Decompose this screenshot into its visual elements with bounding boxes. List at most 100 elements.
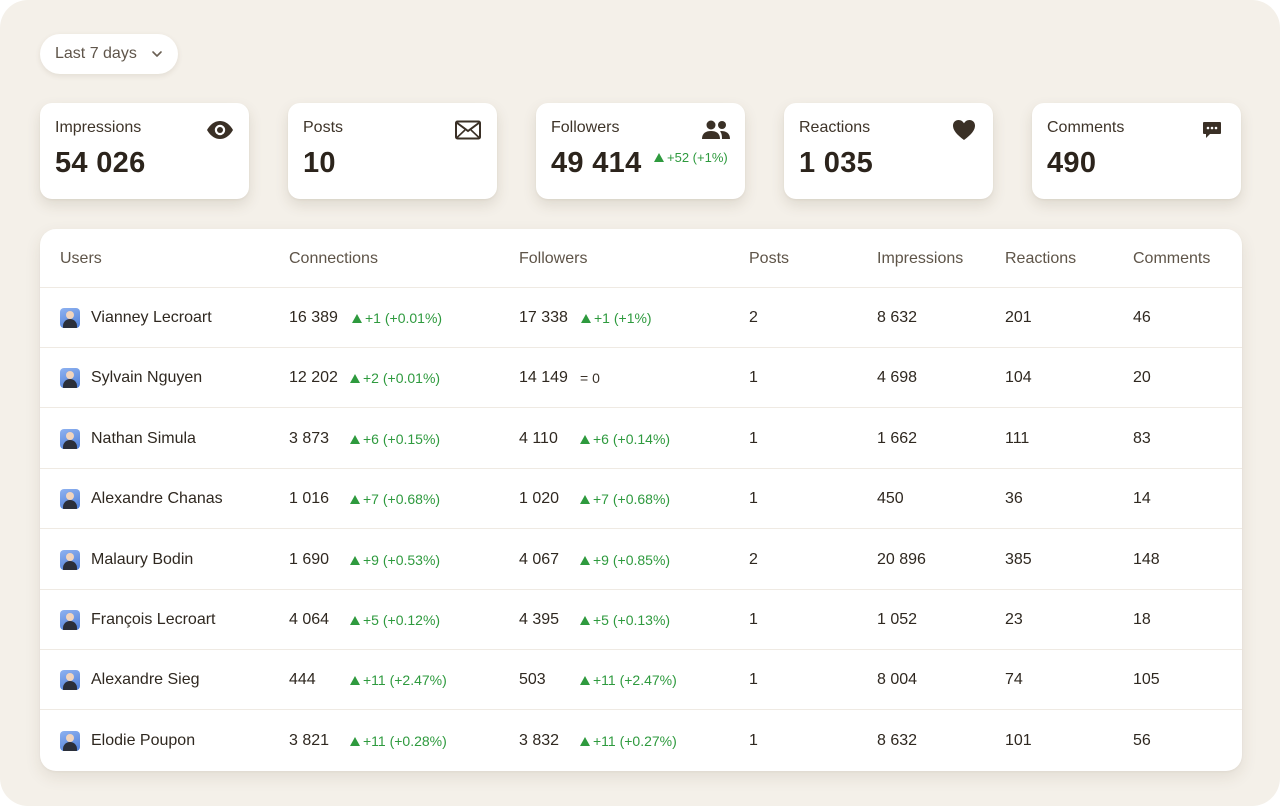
user-cell[interactable]: Nathan Simula	[60, 428, 196, 449]
avatar	[60, 428, 80, 449]
comments-value: 56	[1133, 731, 1151, 749]
header-users[interactable]: Users	[60, 250, 102, 268]
header-followers[interactable]: Followers	[519, 250, 587, 268]
reactions-value: 36	[1005, 490, 1023, 508]
table-row[interactable]: Malaury Bodin 1 690 +9 (+0.53%) 4 067 +9…	[40, 530, 1242, 590]
impressions-value: 8 632	[877, 309, 918, 326]
posts-value: 1	[749, 731, 758, 749]
impressions-value: 4 698	[877, 369, 918, 387]
table-row[interactable]: Alexandre Chanas 1 016 +7 (+0.68%) 1 020…	[40, 469, 1242, 530]
comments-value: 20	[1133, 369, 1151, 387]
table-header: Users Connections Followers Posts Impres…	[40, 229, 1242, 288]
connections-value: 444	[289, 671, 316, 689]
kpi-row: Impressions 54 026 Posts 10 Followers 49…	[40, 103, 1242, 199]
posts-value: 1	[749, 429, 758, 447]
connections-delta: +2 (+0.01%)	[350, 370, 440, 386]
chevron-down-icon	[152, 51, 162, 57]
reactions-value: 104	[1005, 369, 1032, 387]
trend-up-icon	[350, 434, 360, 444]
reactions-value: 201	[1005, 309, 1032, 326]
people-icon	[701, 117, 731, 143]
heart-icon	[949, 117, 979, 143]
user-name: Sylvain Nguyen	[91, 369, 203, 387]
trend-up-icon	[654, 153, 664, 162]
reactions-value: 101	[1005, 731, 1032, 749]
user-name: Elodie Poupon	[91, 731, 196, 749]
connections-delta: +11 (+2.47%)	[350, 672, 447, 688]
followers-value: 1 020	[519, 490, 560, 508]
reactions-value: 74	[1005, 671, 1023, 689]
connections-value: 1 690	[289, 550, 330, 568]
trend-up-icon	[350, 676, 360, 686]
user-cell[interactable]: Vianney Lecroart	[60, 308, 212, 328]
comments-value: 148	[1133, 550, 1160, 568]
user-name: Alexandre Chanas	[91, 490, 223, 508]
followers-delta: +11 (+2.47%)	[580, 672, 677, 688]
connections-value: 12 202	[289, 369, 338, 387]
kpi-value: 49 414	[551, 147, 642, 179]
user-cell[interactable]: Malaury Bodin	[60, 549, 193, 570]
trend-up-icon	[350, 495, 360, 505]
followers-value: 17 338	[519, 309, 568, 326]
header-comments[interactable]: Comments	[1133, 250, 1210, 268]
user-cell[interactable]: Alexandre Sieg	[60, 670, 200, 691]
table-row[interactable]: Alexandre Sieg 444 +11 (+2.47%) 503 +11 …	[40, 650, 1242, 711]
table-row[interactable]: François Lecroart 4 064 +5 (+0.12%) 4 39…	[40, 590, 1242, 650]
posts-value: 1	[749, 611, 758, 628]
trend-up-icon	[350, 736, 360, 746]
trend-up-icon	[580, 676, 590, 686]
posts-value: 1	[749, 490, 758, 508]
users-table: Users Connections Followers Posts Impres…	[40, 229, 1242, 771]
kpi-value: 490	[1047, 147, 1097, 179]
user-cell[interactable]: François Lecroart	[60, 610, 216, 630]
table-row[interactable]: Sylvain Nguyen 12 202 +2 (+0.01%) 14 149…	[40, 348, 1242, 409]
impressions-value: 450	[877, 490, 904, 508]
user-name: Alexandre Sieg	[91, 671, 200, 689]
user-cell[interactable]: Alexandre Chanas	[60, 489, 223, 510]
user-cell[interactable]: Sylvain Nguyen	[60, 368, 203, 389]
user-name: Nathan Simula	[91, 429, 196, 447]
avatar	[60, 730, 80, 751]
header-impressions[interactable]: Impressions	[877, 250, 963, 268]
eye-icon	[205, 117, 235, 143]
equal-icon: =	[580, 370, 593, 387]
followers-delta: +6 (+0.14%)	[580, 431, 670, 447]
connections-value: 16 389	[289, 309, 338, 326]
reactions-value: 111	[1005, 429, 1030, 447]
table-row[interactable]: Vianney Lecroart 16 389 +1 (+0.01%) 17 3…	[40, 288, 1242, 348]
avatar	[60, 368, 80, 389]
connections-value: 4 064	[289, 611, 330, 628]
posts-value: 2	[749, 550, 758, 568]
followers-delta: +7 (+0.68%)	[580, 491, 670, 507]
connections-delta: +6 (+0.15%)	[350, 431, 440, 447]
reactions-value: 385	[1005, 550, 1032, 568]
header-connections[interactable]: Connections	[289, 250, 378, 268]
followers-delta: +11 (+0.27%)	[580, 733, 677, 749]
header-posts[interactable]: Posts	[749, 250, 789, 268]
table-row[interactable]: Nathan Simula 3 873 +6 (+0.15%) 4 110 +6…	[40, 409, 1242, 469]
connections-delta: +1 (+0.01%)	[352, 310, 442, 326]
impressions-value: 1 052	[877, 611, 918, 628]
kpi-card-impressions: Impressions 54 026	[40, 103, 249, 199]
comments-value: 14	[1133, 490, 1151, 508]
impressions-value: 1 662	[877, 429, 918, 447]
comments-value: 46	[1133, 309, 1151, 326]
comment-icon	[1197, 117, 1227, 143]
avatar	[60, 489, 80, 510]
trend-up-icon	[581, 314, 591, 323]
user-cell[interactable]: Elodie Poupon	[60, 730, 196, 751]
connections-value: 3 821	[289, 731, 330, 749]
followers-value: 503	[519, 671, 546, 689]
impressions-value: 8 632	[877, 731, 918, 749]
avatar	[60, 549, 80, 570]
kpi-card-comments: Comments 490	[1032, 103, 1241, 199]
period-dropdown[interactable]: Last 7 days	[40, 34, 178, 74]
header-reactions[interactable]: Reactions	[1005, 250, 1076, 268]
user-name: François Lecroart	[91, 611, 216, 628]
connections-delta: +5 (+0.12%)	[350, 612, 440, 628]
table-row[interactable]: Elodie Poupon 3 821 +11 (+0.28%) 3 832 +…	[40, 711, 1242, 771]
connections-value: 3 873	[289, 429, 330, 447]
followers-value: 4 110	[519, 429, 558, 447]
followers-value: 3 832	[519, 731, 560, 749]
trend-up-icon	[350, 616, 360, 625]
